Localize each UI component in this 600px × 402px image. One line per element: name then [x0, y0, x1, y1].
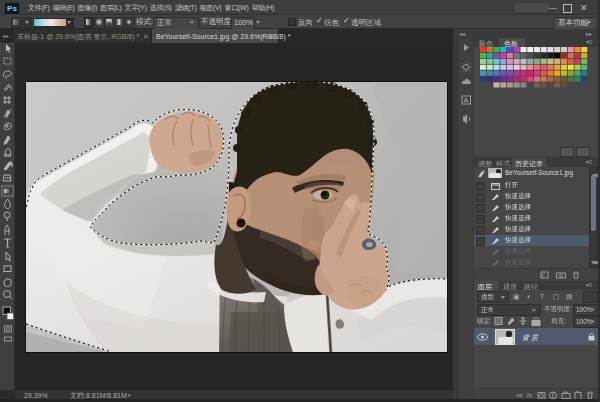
svg-text:fx: fx: [527, 392, 533, 399]
